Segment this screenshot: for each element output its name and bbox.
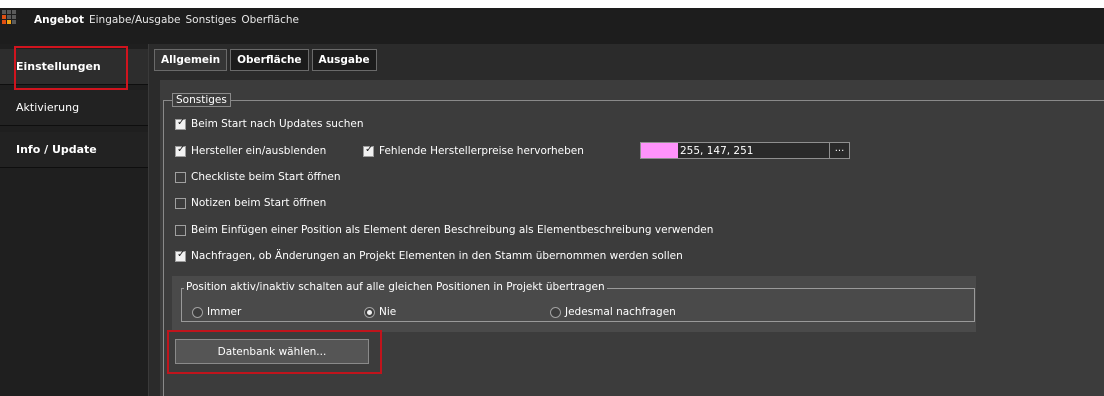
radio-nie[interactable]: Nie	[364, 304, 396, 320]
tab-oberflaeche[interactable]: Oberfläche	[230, 49, 309, 71]
einfuegen-label: Beim Einfügen einer Position als Element…	[191, 224, 714, 236]
fehlende-label: Fehlende Herstellerpreise hervorheben	[379, 145, 584, 157]
menu-bar: Angebot Eingabe/Ausgabe Sonstiges Oberfl…	[0, 8, 1104, 44]
nachfragen-label: Nachfragen, ob Änderungen an Projekt Ele…	[191, 250, 683, 262]
sidebar-item-info-update[interactable]: Info / Update	[0, 132, 148, 168]
option-fehlende-herstellerpreise[interactable]: Fehlende Herstellerpreise hervorheben	[363, 143, 584, 159]
app-logo-icon	[2, 10, 18, 24]
highlight-color-field[interactable]: 255, 147, 251 ...	[640, 142, 850, 159]
radio-immer[interactable]: Immer	[192, 304, 241, 320]
option-checkliste[interactable]: Checkliste beim Start öffnen	[175, 169, 341, 185]
immer-radio[interactable]	[192, 306, 203, 318]
color-swatch	[641, 143, 678, 158]
tab-allgemein[interactable]: Allgemein	[154, 49, 228, 71]
option-hersteller[interactable]: Hersteller ein/ausblenden	[175, 143, 326, 159]
notizen-label: Notizen beim Start öffnen	[191, 197, 327, 209]
updates-checkbox[interactable]	[175, 117, 186, 130]
jedesmal-radio[interactable]	[550, 306, 561, 318]
menu-oberflaeche[interactable]: Oberfläche	[241, 14, 299, 26]
color-value: 255, 147, 251	[680, 144, 754, 157]
sidebar-item-aktivierung[interactable]: Aktivierung	[0, 90, 148, 126]
hersteller-label: Hersteller ein/ausblenden	[191, 145, 327, 157]
updates-label: Beim Start nach Updates suchen	[191, 118, 364, 130]
settings-sidebar: Einstellungen Aktivierung Info / Update	[0, 44, 148, 396]
option-updates[interactable]: Beim Start nach Updates suchen	[175, 116, 364, 132]
immer-label: Immer	[207, 306, 242, 318]
fehlende-checkbox[interactable]	[363, 144, 374, 157]
annotation-highlight-database	[167, 330, 382, 374]
tab-ausgabe[interactable]: Ausgabe	[311, 49, 377, 71]
annotation-highlight-einstellungen	[14, 46, 128, 90]
sonstiges-legend: Sonstiges	[172, 93, 231, 107]
menu-eingabe-ausgabe[interactable]: Eingabe/Ausgabe	[89, 14, 181, 26]
notizen-checkbox[interactable]	[175, 197, 186, 209]
window-top-border	[0, 0, 1104, 8]
menu-angebot[interactable]: Angebot	[34, 14, 84, 26]
option-notizen[interactable]: Notizen beim Start öffnen	[175, 195, 326, 211]
nachfragen-checkbox[interactable]	[175, 249, 186, 262]
position-legend: Position aktiv/inaktiv schalten auf alle…	[184, 281, 607, 293]
menu-sonstiges[interactable]: Sonstiges	[186, 14, 237, 26]
hersteller-checkbox[interactable]	[175, 144, 186, 157]
checkliste-checkbox[interactable]	[175, 171, 186, 183]
checkliste-label: Checkliste beim Start öffnen	[191, 171, 341, 183]
option-einfuegen[interactable]: Beim Einfügen einer Position als Element…	[175, 222, 713, 238]
radio-jedesmal[interactable]: Jedesmal nachfragen	[550, 304, 676, 320]
einfuegen-checkbox[interactable]	[175, 224, 186, 236]
nie-radio[interactable]	[364, 306, 375, 318]
color-picker-button[interactable]: ...	[829, 143, 849, 158]
tab-bar: Allgemein Oberfläche Ausgabe	[154, 49, 380, 71]
option-nachfragen[interactable]: Nachfragen, ob Änderungen an Projekt Ele…	[175, 248, 683, 264]
nie-label: Nie	[379, 306, 397, 318]
jedesmal-label: Jedesmal nachfragen	[565, 306, 676, 318]
